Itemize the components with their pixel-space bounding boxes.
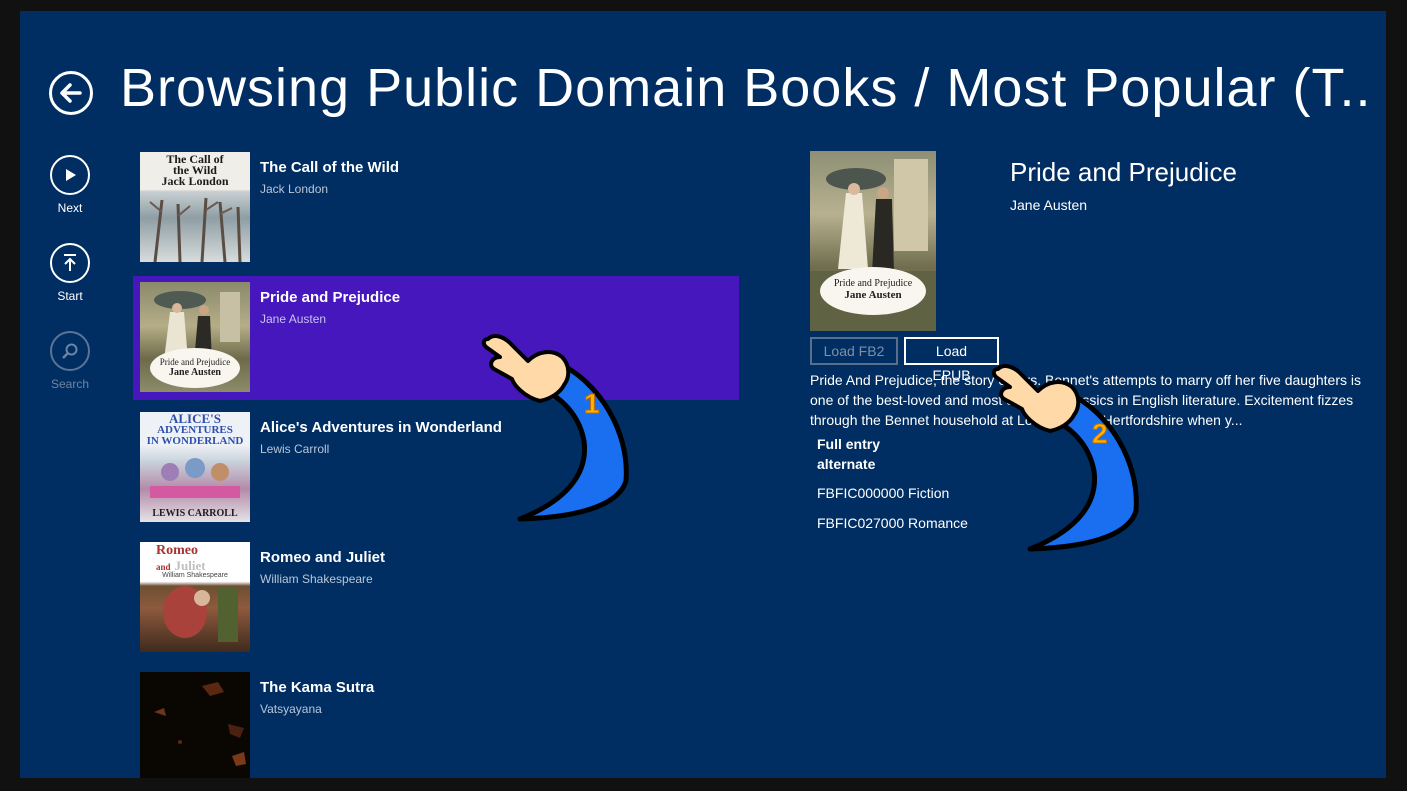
book-title: Pride and Prejudice [260,289,401,306]
book-author: William Shakespeare [260,572,373,586]
book-list-item[interactable]: The Call of the Wild Jack London The Cal… [133,146,739,270]
book-title: Alice's Adventures in Wonderland [260,419,502,436]
book-author: Jack London [260,182,329,196]
book-author: Jane Austen [260,312,327,326]
tea-party-illustration [150,458,240,498]
search-button[interactable]: Search [42,331,98,391]
full-entry-link-line: Full entry [817,436,881,452]
book-author: Vatsyayana [260,702,322,716]
book-list-item[interactable]: ALICE'S ADVENTURES IN WONDERLAND LEWIS C… [133,406,739,530]
book-cover-kama-sutra [140,672,250,778]
detail-cover-image: Pride and Prejudice Jane Austen [810,151,936,331]
cover-author-line: LEWIS CARROLL [152,508,238,519]
book-list-item-selected[interactable]: Pride and Prejudice Jane Austen Pride an… [133,276,739,400]
detail-title: Pride and Prejudice [1010,157,1237,187]
search-circle [50,331,90,371]
back-button[interactable] [49,71,93,115]
next-label: Next [57,201,83,215]
book-cover-alice: ALICE'S ADVENTURES IN WONDERLAND LEWIS C… [140,412,250,522]
book-title: The Kama Sutra [260,679,375,696]
book-description: Pride And Prejudice, the story of Mrs. B… [810,372,1362,428]
cover-title-line: Pride and Prejudice [159,357,231,367]
next-button[interactable]: Next [42,155,98,215]
full-entry-link[interactable]: Full entry alternate [817,434,880,474]
search-label: Search [50,377,90,391]
book-cover-romeo-and-juliet: Romeo and Juliet William Shakespeare [140,542,250,652]
dark-cover-art [154,682,246,766]
start-circle [50,243,90,283]
book-cover-pride-and-prejudice: Pride and Prejudice Jane Austen [140,282,250,392]
detail-author: Jane Austen [1010,197,1088,213]
page-title: Browsing Public Domain Books / Most Popu… [120,58,1370,118]
start-button[interactable]: Start [42,243,98,303]
start-label: Start [57,289,83,303]
load-fb2-button[interactable]: Load FB2 [810,337,898,365]
book-list-item[interactable]: The Kama Sutra Vatsyayana [133,666,739,778]
book-list: The Call of the Wild Jack London The Cal… [133,146,739,778]
play-icon [66,169,76,181]
cover-author-line: Jane Austen [844,289,902,301]
load-epub-button[interactable]: Load EPUB [904,337,999,383]
book-title: Romeo and Juliet [260,549,386,566]
cover-author-line: Jack London [161,174,229,188]
couple-painting [163,586,238,642]
full-entry-link-line: alternate [817,456,876,472]
upload-icon [64,254,76,271]
book-list-item[interactable]: Romeo and Juliet William Shakespeare Rom… [133,536,739,660]
search-icon [62,343,78,359]
book-cover-call-of-the-wild: The Call of the Wild Jack London [140,152,250,262]
cover-author-line: Jane Austen [169,367,221,378]
arrow-left-icon [60,83,82,103]
cover-title-line: Pride and Prejudice [833,278,913,289]
next-circle [50,155,90,195]
app-window: Browsing Public Domain Books / Most Popu… [20,11,1386,778]
book-title: The Call of the Wild [260,159,400,176]
category-item: FBFIC027000 Romance [817,515,968,531]
book-author: Lewis Carroll [260,442,330,456]
category-item: FBFIC000000 Fiction [817,485,950,501]
